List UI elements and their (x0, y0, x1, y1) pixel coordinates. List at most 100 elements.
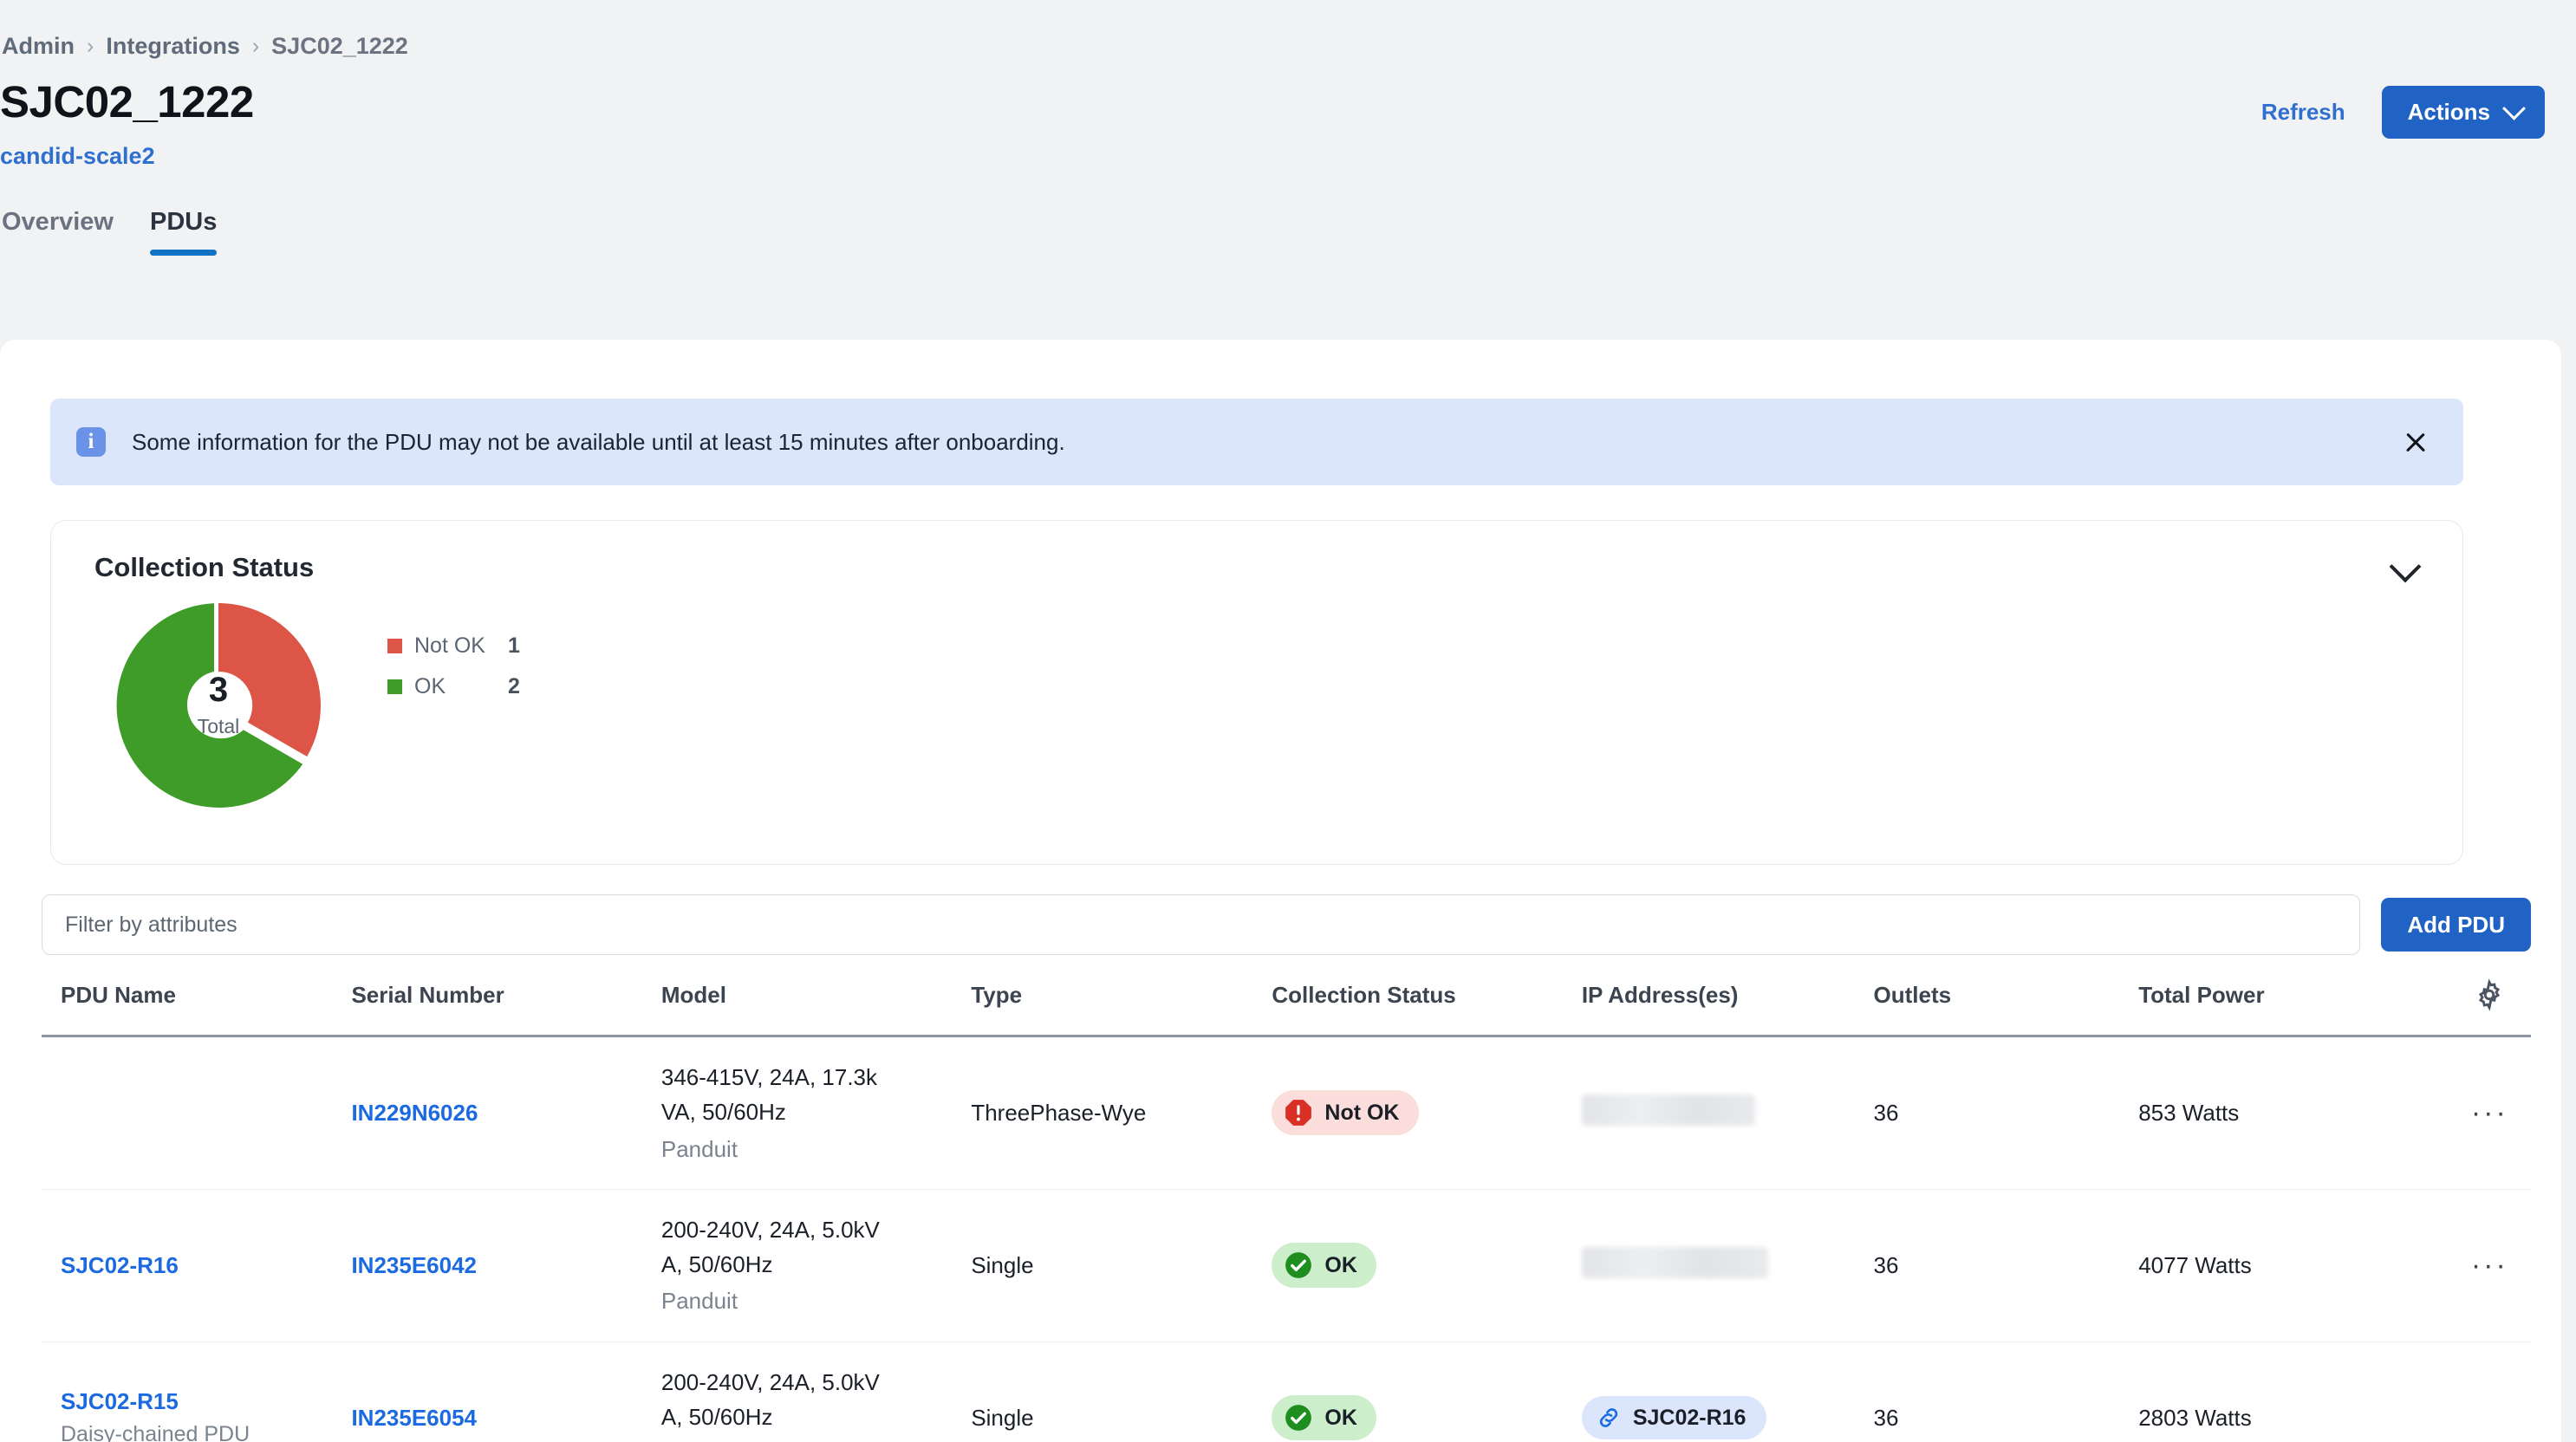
add-pdu-button[interactable]: Add PDU (2381, 898, 2531, 952)
check-circle-icon (1285, 1252, 1312, 1279)
model-manufacturer: Panduit (661, 1436, 971, 1442)
collection-status-card-header: Collection Status (51, 521, 2462, 594)
link-icon (1599, 1408, 1617, 1428)
integration-link[interactable]: candid-scale2 (0, 143, 254, 170)
serial-number-link[interactable]: IN229N6026 (351, 1100, 478, 1126)
actions-button[interactable]: Actions (2381, 86, 2545, 139)
donut-total-caption: Total (197, 715, 240, 737)
cell-model: 200-240V, 24A, 5.0kV A, 50/60Hz Panduit (660, 1341, 972, 1442)
column-header-ip-addresses[interactable]: IP Address(es) (1581, 979, 1874, 1037)
legend-item-ok[interactable]: OK 2 (387, 674, 520, 699)
daisy-chain-parent-label: SJC02-R16 (1632, 1405, 1747, 1430)
cell-collection-status: OK (1272, 1189, 1582, 1342)
collection-status-chart-area: 3 Total Not OK 1 OK 2 (51, 594, 2462, 814)
actions-button-label: Actions (2407, 99, 2490, 125)
cell-serial-number: IN235E6054 (351, 1341, 661, 1442)
cell-type: Single (971, 1189, 1272, 1342)
cell-outlets: 36 (1873, 1036, 2139, 1190)
model-line-2: A, 50/60Hz (660, 1251, 773, 1278)
collection-status-title: Collection Status (94, 552, 315, 582)
cell-collection-status: Not OK (1272, 1036, 1582, 1190)
title-row: SJC02_1222 candid-scale2 Refresh Actions (0, 79, 2576, 170)
cell-collection-status: OK (1272, 1341, 1582, 1442)
model-line-1: 200-240V, 24A, 5.0kV (660, 1368, 880, 1395)
table-header: PDU Name Serial Number Model Type Collec… (42, 979, 2531, 1037)
daisy-chain-parent-chip[interactable]: SJC02-R16 (1581, 1396, 1767, 1440)
gear-icon (2479, 979, 2501, 1010)
column-header-pdu-name[interactable]: PDU Name (42, 979, 352, 1037)
breadcrumb: Admin › Integrations › SJC02_1222 (0, 33, 2576, 60)
legend-label-ok: OK (414, 674, 446, 698)
legend-swatch-not-ok (387, 639, 402, 653)
filter-row: Add PDU (42, 894, 2531, 955)
header-actions: Refresh Actions (2261, 86, 2545, 139)
cell-model: 200-240V, 24A, 5.0kV A, 50/60Hz Panduit (660, 1189, 972, 1342)
ip-address-redacted (1581, 1094, 1755, 1126)
model-line-2: VA, 50/60Hz (660, 1099, 786, 1126)
legend-value-not-ok: 1 (508, 633, 520, 658)
collection-status-card: Collection Status 3 Total Not OK 1 OK 2 (50, 520, 2463, 865)
legend-item-not-ok[interactable]: Not OK 1 (387, 633, 520, 659)
table-row[interactable]: SJC02-R15 Daisy-chained PDU IN235E6054 2… (42, 1341, 2531, 1442)
info-banner: i Some information for the PDU may not b… (50, 399, 2463, 485)
legend-swatch-ok (387, 679, 402, 694)
cell-row-menu (2448, 1341, 2531, 1442)
model-line-1: 200-240V, 24A, 5.0kV (660, 1216, 880, 1243)
breadcrumb-item-admin[interactable]: Admin (2, 33, 75, 60)
model-manufacturer: Panduit (660, 1135, 738, 1162)
cell-ip-address (1581, 1189, 1874, 1342)
column-header-settings (2448, 979, 2531, 1037)
pdu-name-subtext: Daisy-chained PDU (61, 1422, 250, 1442)
cell-serial-number: IN229N6026 (351, 1036, 661, 1190)
row-actions-menu-button[interactable]: ··· (2449, 1098, 2531, 1127)
serial-number-link[interactable]: IN235E6054 (351, 1405, 477, 1431)
cell-row-menu: ··· (2448, 1189, 2531, 1342)
tab-bar: Overview PDUs (0, 208, 2576, 256)
refresh-button[interactable]: Refresh (2261, 99, 2345, 126)
tab-overview[interactable]: Overview (2, 208, 114, 256)
cell-ip-address (1581, 1036, 1874, 1190)
breadcrumb-separator-icon: › (251, 34, 260, 58)
status-badge: Not OK (1272, 1090, 1419, 1136)
cell-ip-address: SJC02-R16 (1581, 1341, 1874, 1442)
filter-input[interactable] (42, 894, 2361, 955)
table-row[interactable]: SJC02-R16 IN235E6042 200-240V, 24A, 5.0k… (42, 1189, 2531, 1342)
cell-model: 346-415V, 24A, 17.3k VA, 50/60Hz Panduit (660, 1036, 972, 1190)
cell-total-power: 2803 Watts (2138, 1341, 2449, 1442)
column-header-outlets[interactable]: Outlets (1873, 979, 2139, 1037)
pdu-detail-page: Admin › Integrations › SJC02_1222 SJC02_… (0, 0, 2576, 1442)
legend-label-not-ok: Not OK (414, 633, 485, 658)
cell-total-power: 4077 Watts (2138, 1189, 2449, 1342)
cell-serial-number: IN235E6042 (351, 1189, 661, 1342)
banner-close-button[interactable] (2384, 410, 2448, 474)
status-badge: OK (1272, 1395, 1376, 1441)
page-header: Admin › Integrations › SJC02_1222 SJC02_… (0, 0, 2576, 256)
pdu-name-link[interactable]: SJC02-R16 (61, 1252, 179, 1278)
column-header-serial-number[interactable]: Serial Number (351, 979, 661, 1037)
cell-row-menu: ··· (2448, 1036, 2531, 1190)
column-header-model[interactable]: Model (660, 979, 972, 1037)
table-settings-button[interactable] (2449, 979, 2531, 1010)
table-header-row: PDU Name Serial Number Model Type Collec… (42, 979, 2531, 1037)
cell-pdu-name: SJC02-R15 Daisy-chained PDU (42, 1341, 352, 1442)
ip-address-redacted (1581, 1246, 1768, 1278)
page-title: SJC02_1222 (0, 77, 254, 127)
serial-number-link[interactable]: IN235E6042 (351, 1252, 477, 1278)
pdu-name-link[interactable]: SJC02-R15 (61, 1388, 351, 1415)
content-panel: i Some information for the PDU may not b… (0, 340, 2561, 1442)
status-badge-label: OK (1324, 1252, 1357, 1277)
row-actions-menu-button[interactable]: ··· (2449, 1250, 2531, 1280)
column-header-collection-status[interactable]: Collection Status (1272, 979, 1582, 1037)
column-header-total-power[interactable]: Total Power (2138, 979, 2449, 1037)
chevron-down-icon (2389, 550, 2422, 583)
table-row[interactable]: IN229N6026 346-415V, 24A, 17.3k VA, 50/6… (42, 1036, 2531, 1190)
status-badge: OK (1272, 1243, 1376, 1289)
column-header-type[interactable]: Type (971, 979, 1272, 1037)
pdu-table: PDU Name Serial Number Model Type Collec… (42, 979, 2531, 1442)
info-banner-message: Some information for the PDU may not be … (132, 428, 1065, 455)
breadcrumb-item-integrations[interactable]: Integrations (106, 33, 240, 60)
collapse-card-button[interactable] (2379, 550, 2431, 594)
tab-pdus[interactable]: PDUs (149, 208, 218, 256)
chart-legend: Not OK 1 OK 2 (387, 633, 520, 715)
collection-status-donut-chart: 3 Total (110, 597, 327, 814)
